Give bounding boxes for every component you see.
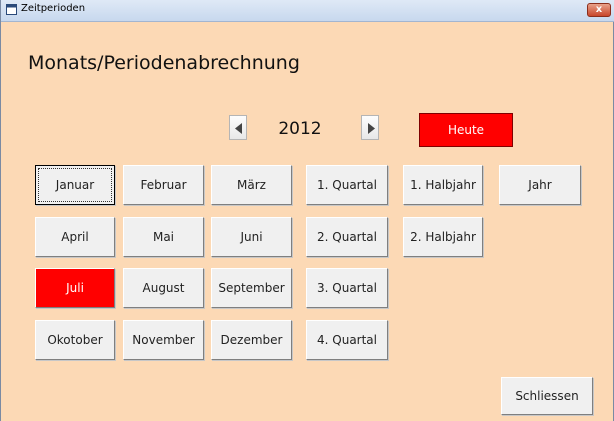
month-button-march[interactable]: März	[211, 165, 292, 205]
quarter-button-2[interactable]: 2. Quartal	[306, 217, 388, 257]
month-button-june[interactable]: Juni	[211, 217, 292, 257]
month-button-september[interactable]: September	[211, 268, 292, 308]
quarter-button-1[interactable]: 1. Quartal	[306, 165, 388, 205]
month-button-may[interactable]: Mai	[123, 217, 204, 257]
year-button[interactable]: Jahr	[499, 165, 581, 205]
month-button-december[interactable]: Dezember	[211, 320, 292, 360]
quarter-button-4[interactable]: 4. Quartal	[306, 320, 388, 360]
page-title: Monats/Periodenabrechnung	[28, 52, 300, 74]
window-title: Zeitperioden	[21, 3, 86, 14]
month-button-april[interactable]: April	[35, 217, 115, 257]
month-button-october[interactable]: Okotober	[35, 320, 115, 360]
month-button-february[interactable]: Februar	[123, 165, 204, 205]
window-close-button[interactable]: x	[587, 3, 611, 17]
month-button-january[interactable]: Januar	[35, 165, 115, 205]
chevron-right-icon	[368, 123, 375, 134]
close-button[interactable]: Schliessen	[501, 377, 593, 415]
today-button[interactable]: Heute	[419, 113, 513, 147]
window: Zeitperioden x Monats/Periodenabrechnung…	[0, 0, 614, 421]
month-button-november[interactable]: November	[123, 320, 204, 360]
chevron-left-icon	[235, 123, 242, 134]
year-display: 2012	[278, 119, 322, 139]
half-year-button-1[interactable]: 1. Halbjahr	[403, 165, 483, 205]
previous-year-button[interactable]	[229, 115, 247, 140]
next-year-button[interactable]	[361, 115, 379, 140]
window-app-icon	[6, 4, 17, 15]
month-button-august[interactable]: August	[123, 268, 204, 308]
title-bar: Zeitperioden x	[1, 0, 614, 22]
half-year-button-2[interactable]: 2. Halbjahr	[403, 217, 483, 257]
month-button-july[interactable]: Juli	[35, 268, 115, 308]
quarter-button-3[interactable]: 3. Quartal	[306, 268, 388, 308]
